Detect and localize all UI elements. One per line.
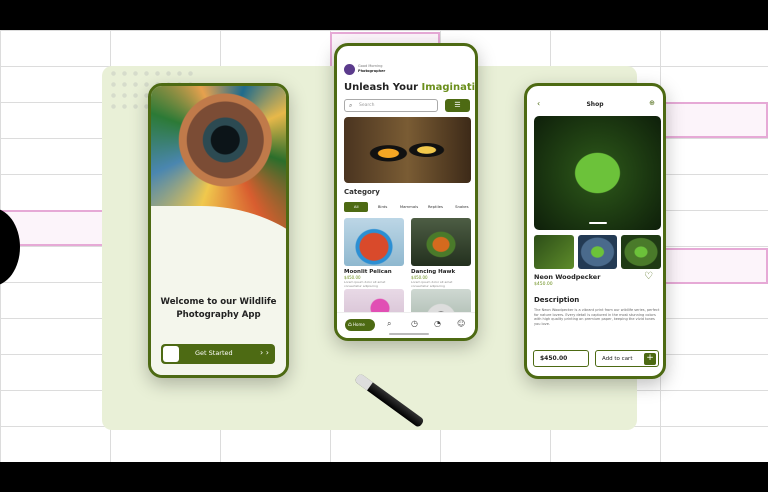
product-hero-image[interactable] xyxy=(534,116,661,230)
bottom-nav: ⌂ Home ⌕ ◷ ◔ ☺ xyxy=(337,312,475,338)
category-heading: Category xyxy=(344,188,380,196)
tab-all[interactable]: All xyxy=(344,202,369,212)
product-name: Neon Woodpecker xyxy=(534,273,601,281)
welcome-line-2: Photography App xyxy=(176,310,261,320)
tab-mammals[interactable]: Mammals xyxy=(397,202,421,212)
user-icon[interactable]: ☺ xyxy=(457,319,465,328)
get-started-button[interactable]: Get Started › › xyxy=(161,344,275,364)
avatar[interactable] xyxy=(344,64,355,75)
product-desc: Lorem ipsum dolor sit amet consectetur a… xyxy=(411,280,453,288)
thumbnail[interactable] xyxy=(577,235,618,269)
title-highlight: Imagination xyxy=(421,82,476,93)
search-icon[interactable]: ⌕ xyxy=(387,319,391,329)
nav-home-label: Home xyxy=(353,322,365,327)
tab-reptiles[interactable]: Reptiles xyxy=(423,202,447,212)
hero-image[interactable] xyxy=(344,117,471,183)
tab-birds[interactable]: Birds xyxy=(370,202,394,212)
add-to-cart-label: Add to cart xyxy=(602,356,633,362)
product-image xyxy=(344,218,404,266)
filter-icon: ☰ xyxy=(454,101,461,109)
search-icon: ⌕ xyxy=(349,102,353,109)
title-prefix: Unleash Your xyxy=(344,82,422,93)
chevron-right-icon: › › xyxy=(260,348,269,357)
search-placeholder: Search xyxy=(359,103,375,108)
description-heading: Description xyxy=(534,296,580,304)
get-started-label: Get Started xyxy=(195,349,233,357)
welcome-text: Welcome to our Wildlife Photography App xyxy=(151,296,286,322)
description-text: The Neon Woodpecker is a vibrant print f… xyxy=(534,308,660,326)
carousel-indicator xyxy=(589,222,607,224)
product-desc: Lorem ipsum dolor sit amet consectetur a… xyxy=(344,280,386,288)
highlight-cell xyxy=(660,248,768,284)
slider-knob[interactable] xyxy=(163,346,179,362)
product-image xyxy=(411,218,471,266)
thumbnail[interactable] xyxy=(534,235,574,269)
page-title: Unleash Your Imagination xyxy=(344,82,476,93)
bag-icon[interactable]: ⊕ xyxy=(649,99,655,107)
user-role: Photographer xyxy=(358,69,386,73)
category-tabs: All Birds Mammals Reptiles Snakes xyxy=(344,202,474,212)
product-price: $450.00 xyxy=(534,282,553,287)
product-detail-screen: ‹ Shop ⊕ Neon Woodpecker $450.00 ♡ Descr… xyxy=(524,83,666,379)
add-to-cart-button[interactable]: Add to cart + xyxy=(595,350,659,367)
greeting: Good Morning Photographer xyxy=(358,64,385,74)
filter-button[interactable]: ☰ xyxy=(445,99,470,112)
plus-icon: + xyxy=(644,353,656,365)
thumbnail[interactable] xyxy=(621,235,662,269)
welcome-line-1: Welcome to our Wildlife xyxy=(160,297,277,307)
product-card[interactable]: Dancing Hawk $450.00 Lorem ipsum dolor s… xyxy=(411,218,471,288)
home-screen: Good Morning Photographer Unleash Your I… xyxy=(334,43,478,341)
clock-icon[interactable]: ◷ xyxy=(411,319,418,328)
thumbnail-strip xyxy=(534,235,662,269)
history-icon[interactable]: ◔ xyxy=(434,319,441,328)
search-input[interactable]: ⌕ Search xyxy=(344,99,438,112)
highlight-cell xyxy=(660,102,768,138)
home-icon: ⌂ xyxy=(348,321,352,328)
nav-home[interactable]: ⌂ Home xyxy=(345,319,375,331)
heart-icon[interactable]: ♡ xyxy=(644,271,653,282)
home-indicator xyxy=(389,333,429,335)
total-price: $450.00 xyxy=(533,350,589,367)
product-card[interactable]: Moonlit Pelican $450.00 Lorem ipsum dolo… xyxy=(344,218,404,288)
tab-snakes[interactable]: Snakes xyxy=(450,202,474,212)
onboarding-screen: Welcome to our Wildlife Photography App … xyxy=(148,83,289,378)
page-title: Shop xyxy=(586,101,604,108)
